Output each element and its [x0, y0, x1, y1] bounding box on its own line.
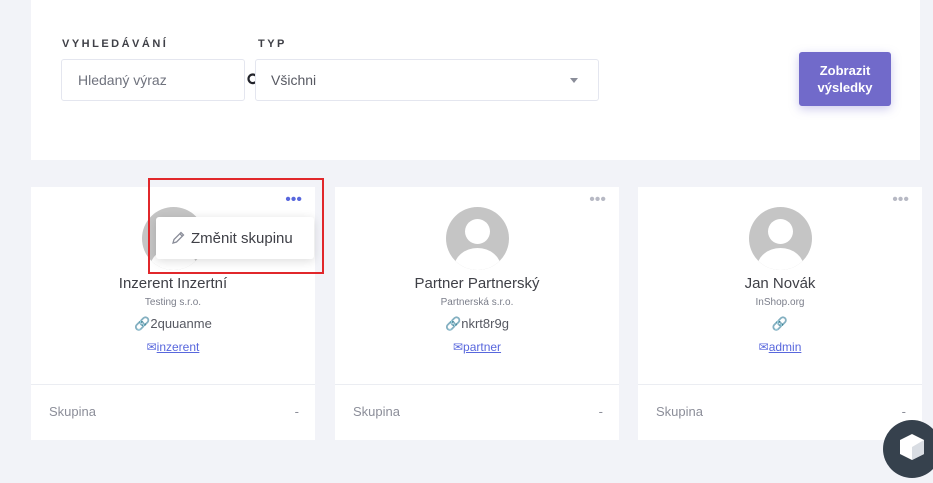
user-email: ✉admin: [638, 340, 922, 354]
user-ref-code: nkrt8r9g: [461, 316, 509, 331]
search-label: VYHLEDÁVÁNÍ: [62, 38, 169, 50]
user-ref: 🔗nkrt8r9g: [335, 316, 619, 332]
highlight-box: [148, 178, 324, 274]
type-select-value: Všichni: [271, 72, 317, 88]
user-email-link[interactable]: partner: [463, 340, 501, 354]
more-horizontal-icon[interactable]: •••: [589, 192, 606, 208]
user-company: InShop.org: [755, 297, 805, 308]
user-email: ✉partner: [335, 340, 619, 354]
user-company: Partnerská s.r.o.: [440, 297, 514, 308]
user-name: Inzerent Inzertní: [118, 275, 228, 292]
user-ref: 🔗2quuanme: [31, 316, 315, 332]
type-select[interactable]: Všichni: [255, 59, 599, 101]
group-label: Skupina: [353, 404, 400, 419]
search-input[interactable]: [62, 60, 212, 100]
envelope-icon: ✉: [452, 340, 464, 354]
caret-down-icon: [570, 78, 578, 83]
chat-bubble-icon: [900, 434, 924, 460]
type-label: TYP: [258, 38, 287, 50]
link-icon: 🔗: [134, 316, 151, 331]
chat-widget-icon[interactable]: [883, 420, 933, 478]
show-results-button[interactable]: Zobrazit výsledky: [799, 52, 891, 106]
show-results-label-line1: Zobrazit: [819, 63, 871, 78]
user-email: ✉inzerent: [31, 340, 315, 354]
envelope-icon: ✉: [146, 340, 157, 354]
group-label: Skupina: [49, 404, 96, 419]
group-value: -: [294, 404, 299, 419]
group-value: -: [901, 404, 906, 419]
card-footer: Skupina -: [31, 384, 315, 440]
link-icon: 🔗: [771, 316, 789, 331]
show-results-label-line2: výsledky: [817, 80, 873, 95]
user-ref: 🔗: [638, 316, 922, 332]
user-avatar-icon: [446, 207, 509, 270]
user-card: ••• Partner Partnerský Partnerská s.r.o.…: [335, 187, 619, 440]
more-horizontal-icon[interactable]: •••: [892, 192, 909, 208]
user-company: Testing s.r.o.: [144, 297, 202, 308]
user-email-link[interactable]: admin: [769, 340, 802, 354]
filter-panel: VYHLEDÁVÁNÍ TYP Všichni Zobrazit výsledk…: [31, 0, 920, 160]
link-icon: 🔗: [445, 316, 462, 331]
card-footer: Skupina -: [335, 384, 619, 440]
user-avatar-icon: [749, 207, 812, 270]
group-value: -: [598, 404, 603, 419]
envelope-icon: ✉: [758, 340, 769, 354]
user-ref-code: 2quuanme: [150, 316, 212, 331]
group-label: Skupina: [656, 404, 703, 419]
card-footer: Skupina -: [638, 384, 922, 440]
search-field[interactable]: [61, 59, 261, 101]
user-card: ••• Jan Novák InShop.org 🔗 ✉admin Skupin…: [638, 187, 922, 440]
user-email-link[interactable]: inzerent: [157, 340, 200, 354]
user-name: Jan Novák: [744, 275, 816, 292]
user-name: Partner Partnerský: [414, 275, 540, 292]
